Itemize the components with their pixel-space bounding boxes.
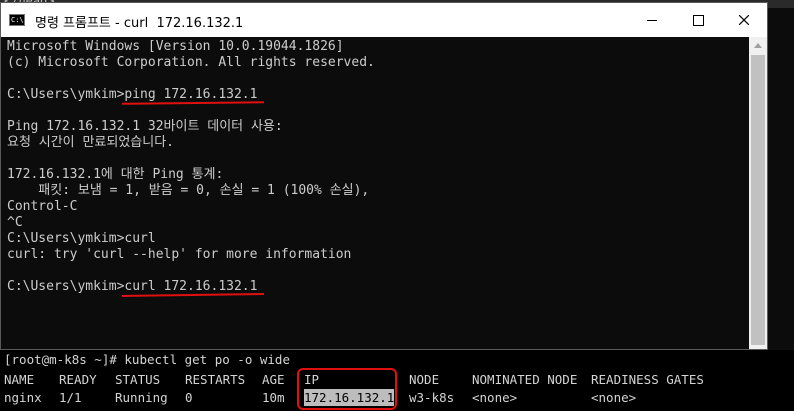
header-node: NODE	[409, 372, 440, 387]
cmd-app-icon: C:\	[9, 14, 25, 26]
header-status: STATUS	[115, 372, 161, 387]
cell-readiness-gates: <none>	[591, 390, 637, 405]
header-restarts: RESTARTS	[185, 372, 246, 387]
window-title: 명령 프롬프트 - curl 172.16.132.1	[35, 16, 244, 31]
annotation-ip-circle	[297, 368, 397, 410]
cell-name: nginx	[4, 390, 42, 405]
scroll-up-arrow-icon[interactable]	[749, 37, 767, 54]
console-line: curl: try 'curl --help' for more informa…	[7, 247, 352, 262]
scrollbar-thumb[interactable]	[751, 55, 765, 345]
cell-status: Running	[115, 390, 168, 405]
header-name: NAME	[4, 372, 35, 387]
cell-nominated-node: <none>	[472, 390, 518, 405]
console-line: Ping 172.16.132.1 32바이트 데이터 사용:	[7, 119, 283, 134]
header-readiness-gates: READINESS GATES	[591, 372, 704, 387]
header-nominated-node: NOMINATED NODE	[472, 372, 578, 387]
cell-age: 10m	[262, 390, 285, 405]
minimize-button[interactable]	[629, 3, 675, 37]
cell-node: w3-k8s	[409, 390, 455, 405]
console-line: (c) Microsoft Corporation. All rights re…	[7, 55, 375, 70]
ssh-terminal[interactable]: [root@m-k8s ~]# kubectl get po -o wide N…	[0, 350, 794, 411]
console-line: 172.16.132.1에 대한 Ping 통계:	[7, 167, 224, 182]
console-line: C:\Users\ymkim>curl	[7, 231, 156, 246]
header-age: AGE	[262, 372, 285, 387]
console-line: Control-C	[7, 199, 78, 214]
title-bar[interactable]: C:\ 명령 프롬프트 - curl 172.16.132.1	[1, 3, 767, 37]
cell-restarts: 0	[185, 390, 193, 405]
console-line: Microsoft Windows [Version 10.0.19044.18…	[7, 39, 344, 54]
command-prompt-window[interactable]: C:\ 명령 프롬프트 - curl 172.16.132.1 Microsof…	[0, 2, 768, 350]
cell-ready: 1/1	[59, 390, 82, 405]
console-line: ^C	[7, 215, 23, 230]
console-line: C:\Users\ymkim>ping 172.16.132.1	[7, 87, 258, 102]
header-ready: READY	[59, 372, 97, 387]
vertical-scrollbar[interactable]	[749, 37, 767, 349]
console-line: 패킷: 보냄 = 1, 받음 = 0, 손실 = 1 (100% 손실),	[7, 183, 370, 198]
ssh-prompt-line: [root@m-k8s ~]# kubectl get po -o wide	[4, 352, 290, 367]
maximize-button[interactable]	[675, 3, 721, 37]
close-icon	[739, 15, 749, 25]
console-line: 요청 시간이 만료되었습니다.	[7, 135, 175, 150]
console-output[interactable]: Microsoft Windows [Version 10.0.19044.18…	[1, 37, 749, 349]
console-line: C:\Users\ymkim>curl 172.16.132.1	[7, 279, 258, 294]
close-button[interactable]	[721, 3, 767, 37]
